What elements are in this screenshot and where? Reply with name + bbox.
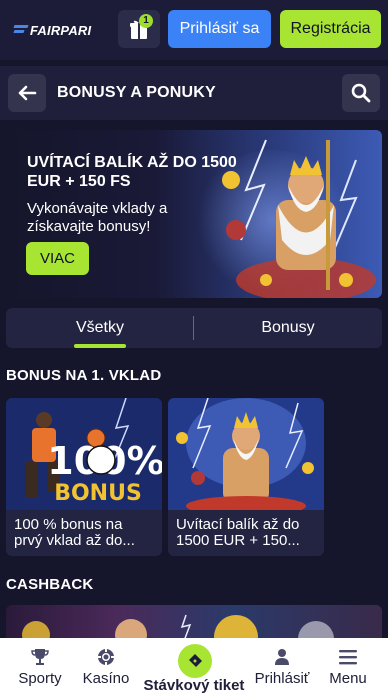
fairpari-logo[interactable]: FAIRPARI <box>14 20 91 40</box>
hamburger-icon <box>339 650 357 665</box>
gift-count-badge: 1 <box>139 14 153 28</box>
banner-more-button[interactable]: VIAC <box>26 242 89 275</box>
back-button[interactable] <box>8 74 46 112</box>
user-icon <box>275 649 289 665</box>
page-title: BONUSY A PONUKY <box>57 84 216 101</box>
banner-title: UVÍTACÍ BALÍK AŽ DO 1500 EUR + 150 FS <box>27 154 237 190</box>
banner-subtitle: Vykonávajte vklady a získavajte bonusy! <box>27 200 168 235</box>
page-header: BONUSY A PONUKY <box>0 66 388 120</box>
register-button[interactable]: Registrácia <box>280 10 381 48</box>
bet-slip-button[interactable] <box>178 644 212 678</box>
trophy-icon <box>31 649 49 665</box>
welcome-card-label-line-2: 1500 EUR + 150... <box>176 533 300 549</box>
bonus-card-first-deposit[interactable]: 100% BONUS 100 % bonus na prvý vklad až … <box>6 398 162 556</box>
search-button[interactable] <box>342 74 380 112</box>
casino-chip-icon <box>98 649 114 665</box>
search-icon <box>351 83 371 103</box>
section-title-cashback: CASHBACK <box>6 576 94 593</box>
nav-label-casino: Kasíno <box>82 670 130 687</box>
logo-mark-icon <box>14 24 28 36</box>
nav-label-menu: Menu <box>329 670 367 687</box>
bonus-card-label-line-2: prvý vklad až do... <box>14 533 135 549</box>
nav-item-menu[interactable]: Menu <box>308 638 388 696</box>
welcome-card-label-line-1: Uvítací balík až do <box>176 517 300 533</box>
card-art-bonus-text: BONUS <box>54 481 142 506</box>
section-title-first-deposit: BONUS NA 1. VKLAD <box>6 367 162 384</box>
basketball-bonus-illustration: 100% BONUS <box>6 398 162 510</box>
bonus-card-label: 100 % bonus na prvý vklad až do... <box>14 517 156 549</box>
logo-text: FAIRPARI <box>30 22 92 38</box>
tab-bonuses[interactable]: Bonusy <box>194 308 382 348</box>
filter-tabs: Všetky Bonusy <box>6 308 382 348</box>
welcome-card-label: Uvítací balík až do 1500 EUR + 150... <box>176 517 318 549</box>
nav-label-bet-slip[interactable]: Stávkový tiket <box>138 677 250 694</box>
gift-button[interactable]: 1 <box>118 10 160 48</box>
ticket-icon <box>189 654 202 667</box>
bonus-card-welcome-package[interactable]: Uvítací balík až do 1500 EUR + 150... <box>168 398 324 556</box>
login-button[interactable]: Prihlásiť sa <box>168 10 271 48</box>
tab-all[interactable]: Všetky <box>6 308 194 348</box>
nav-item-casino[interactable]: Kasíno <box>66 638 146 696</box>
zeus-card-illustration <box>168 398 324 510</box>
bonus-card-label-line-1: 100 % bonus na <box>14 517 123 533</box>
welcome-bonus-banner[interactable]: UVÍTACÍ BALÍK AŽ DO 1500 EUR + 150 FS Vy… <box>6 130 382 298</box>
active-tab-indicator <box>74 344 126 348</box>
arrow-left-icon <box>18 85 37 101</box>
top-bar: FAIRPARI 1 Prihlásiť sa Registrácia <box>0 0 388 60</box>
